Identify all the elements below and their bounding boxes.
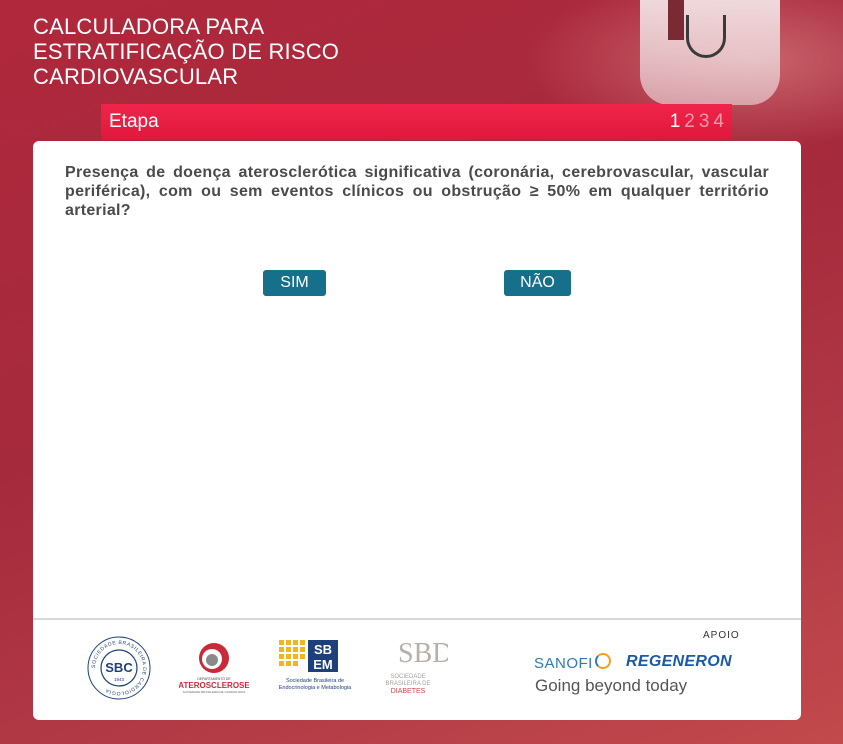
no-button[interactable]: NÃO <box>504 270 571 296</box>
sbd-letters: SBD <box>398 638 448 669</box>
sbem-logo: SB EM Sociedade Brasileira de Endocrinol… <box>279 640 352 691</box>
yes-button[interactable]: SIM <box>263 270 326 296</box>
title-line-2: ESTRATIFICAÇÃO DE RISCO <box>33 39 340 64</box>
question-card: Presença de doença aterosclerótica signi… <box>33 141 801 720</box>
sbc-abbr: SBC <box>105 660 133 675</box>
ateros-name: ATEROSCLEROSE <box>179 681 249 690</box>
sbc-year: 1943 <box>114 677 125 682</box>
step-indicator: 1 2 3 4 <box>670 111 724 133</box>
sanofi-text: SANOFI <box>534 655 593 672</box>
sbem-abbr-bottom: EM <box>313 657 333 672</box>
step-2: 2 <box>684 111 695 132</box>
step-1: 1 <box>669 111 681 132</box>
doctor-tie-image <box>668 0 684 40</box>
title-line-3: CARDIOVASCULAR <box>33 64 239 89</box>
sanofi-mark-icon <box>594 653 611 669</box>
regeneron-logo: REGENERON <box>626 653 732 670</box>
question-text: Presença de doença aterosclerótica signi… <box>65 164 769 219</box>
ateros-sub: SOCIEDADE BRASILEIRA DE CARDIOLOGIA <box>183 690 246 694</box>
sbem-line2: Endocrinologia e Metabologia <box>279 685 352 691</box>
apoio-label: APOIO <box>703 630 740 641</box>
etapa-label: Etapa <box>109 111 159 132</box>
step-4: 4 <box>713 111 724 132</box>
sbem-line1: Sociedade Brasileira de <box>286 678 344 684</box>
footer-logos: SOCIEDADE BRASILEIRA DE CARDIOLOGIA SBC … <box>33 620 801 720</box>
sbd-logo: SBD SOCIEDADE BRASILEIRA DE DIABETES <box>385 638 448 695</box>
sbc-logo: SOCIEDADE BRASILEIRA DE CARDIOLOGIA SBC … <box>87 636 151 700</box>
sbd-line2: BRASILEIRA DE <box>385 681 430 687</box>
sbd-line1: SOCIEDADE <box>390 674 425 680</box>
page-title: CALCULADORA PARA ESTRATIFICAÇÃO DE RISCO… <box>33 14 339 89</box>
sbem-abbr-top: SB <box>314 642 332 657</box>
sanofi-logo: SANOFI <box>534 653 611 672</box>
sponsor-tagline: Going beyond today <box>535 676 688 695</box>
step-3: 3 <box>698 111 710 132</box>
sbd-line3: DIABETES <box>391 688 426 695</box>
stethoscope-icon <box>686 15 726 58</box>
title-line-1: CALCULADORA PARA <box>33 14 265 39</box>
etapa-bar: Etapa 1 2 3 4 <box>101 104 732 140</box>
aterosclerose-logo: DEPARTAMENTO DE ATEROSCLEROSE SOCIEDADE … <box>179 643 249 694</box>
